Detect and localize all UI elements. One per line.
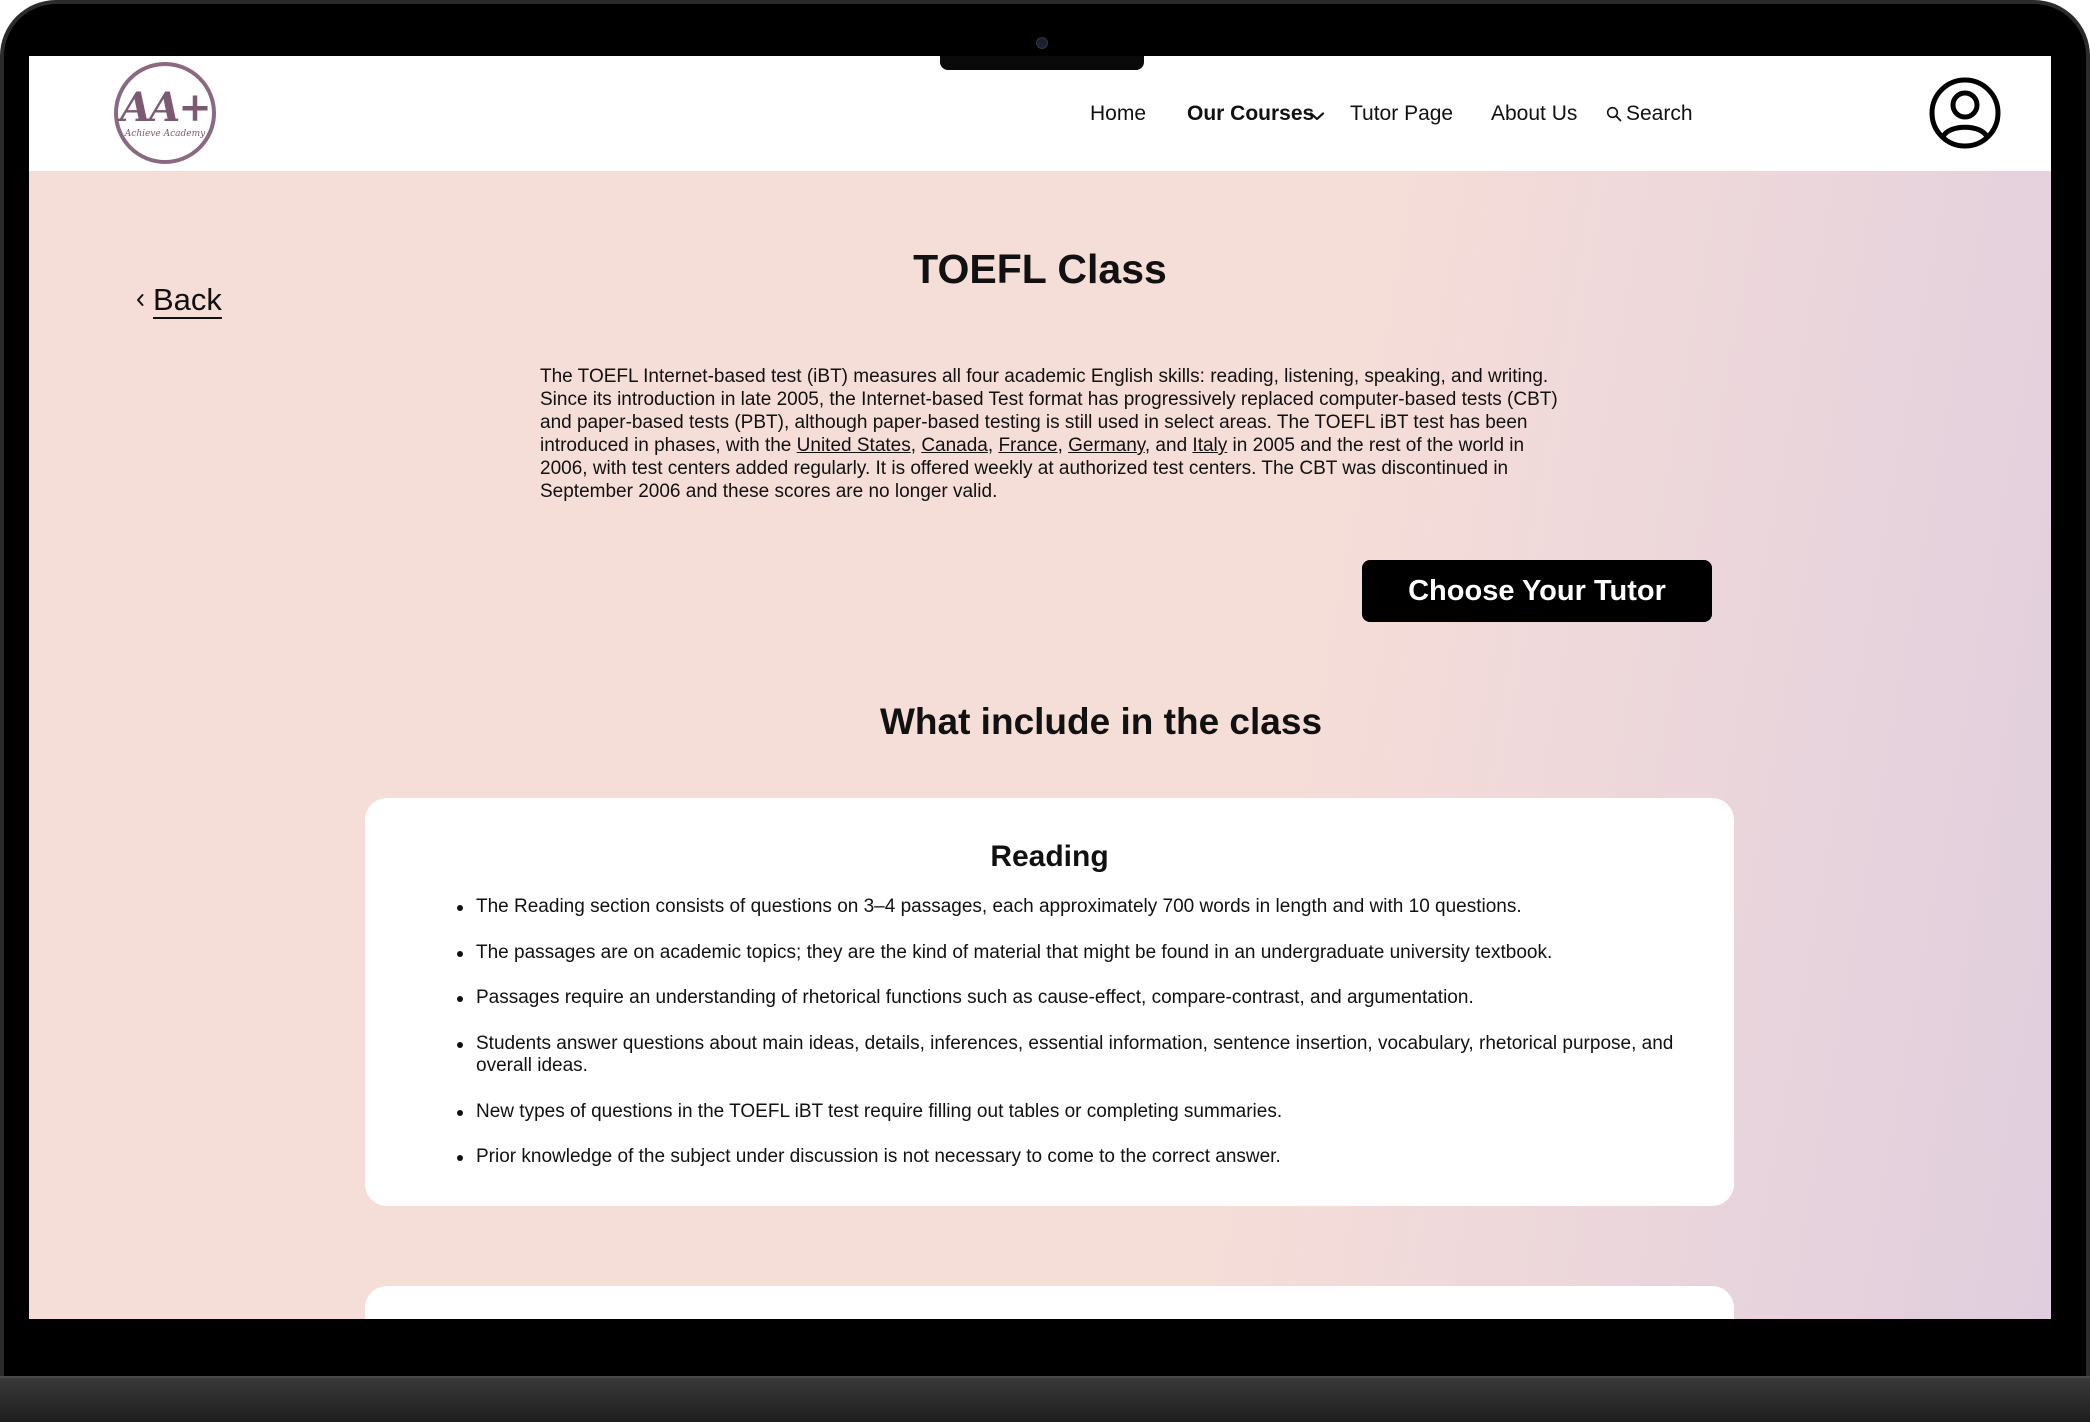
nav-our-courses[interactable]: Our Courses — [1187, 102, 1314, 126]
list-item: New types of questions in the TOEFL iBT … — [457, 1101, 1688, 1124]
camera-icon — [1036, 37, 1048, 49]
list-item: Students answer questions about main ide… — [457, 1033, 1688, 1078]
list-item: The Reading section consists of question… — [457, 896, 1688, 919]
list-item: Prior knowledge of the subject under dis… — [457, 1146, 1688, 1169]
list-item: The passages are on academic topics; the… — [457, 942, 1688, 965]
nav-home[interactable]: Home — [1090, 102, 1146, 126]
description-separator: , — [910, 435, 922, 456]
search-icon — [1606, 106, 1622, 122]
link-canada[interactable]: Canada — [921, 435, 988, 456]
user-avatar-icon[interactable] — [1928, 76, 2002, 150]
logo-mark: AA+ — [120, 83, 212, 131]
chevron-left-icon — [137, 294, 144, 306]
browser-viewport: AA+ Achieve Academy Home Our Courses Tut… — [29, 56, 2051, 1319]
list-item: Passages require an understanding of rhe… — [457, 987, 1688, 1010]
page-title: TOEFL Class — [913, 246, 1167, 292]
link-italy[interactable]: Italy — [1192, 435, 1227, 456]
reading-list: The Reading section consists of question… — [457, 896, 1688, 1192]
link-germany[interactable]: Germany — [1068, 435, 1145, 456]
link-france[interactable]: France — [998, 435, 1057, 456]
chevron-down-icon[interactable] — [1310, 112, 1324, 121]
laptop-base — [0, 1376, 2090, 1422]
nav-about-us[interactable]: About Us — [1491, 102, 1577, 126]
description-separator: , — [987, 435, 999, 456]
nav-tutor-page[interactable]: Tutor Page — [1350, 102, 1453, 126]
nav-search-label: Search — [1626, 102, 1693, 125]
choose-tutor-button[interactable]: Choose Your Tutor — [1362, 560, 1712, 622]
nav-search[interactable]: Search — [1606, 102, 1693, 126]
description-separator: , and — [1144, 435, 1193, 456]
screen-notch — [940, 56, 1144, 70]
site-header: AA+ Achieve Academy Home Our Courses Tut… — [29, 56, 2051, 171]
description-separator: , — [1057, 435, 1069, 456]
brand-logo[interactable]: AA+ Achieve Academy — [114, 62, 216, 164]
reading-card-title: Reading — [990, 840, 1109, 873]
course-description: The TOEFL Internet-based test (iBT) meas… — [540, 365, 1560, 503]
logo-text: Achieve Academy — [124, 128, 206, 139]
section-title: What include in the class — [879, 701, 1323, 742]
link-united-states[interactable]: United States — [797, 435, 911, 456]
reading-card: Reading The Reading section consists of … — [365, 798, 1734, 1206]
next-section-card — [365, 1286, 1734, 1319]
